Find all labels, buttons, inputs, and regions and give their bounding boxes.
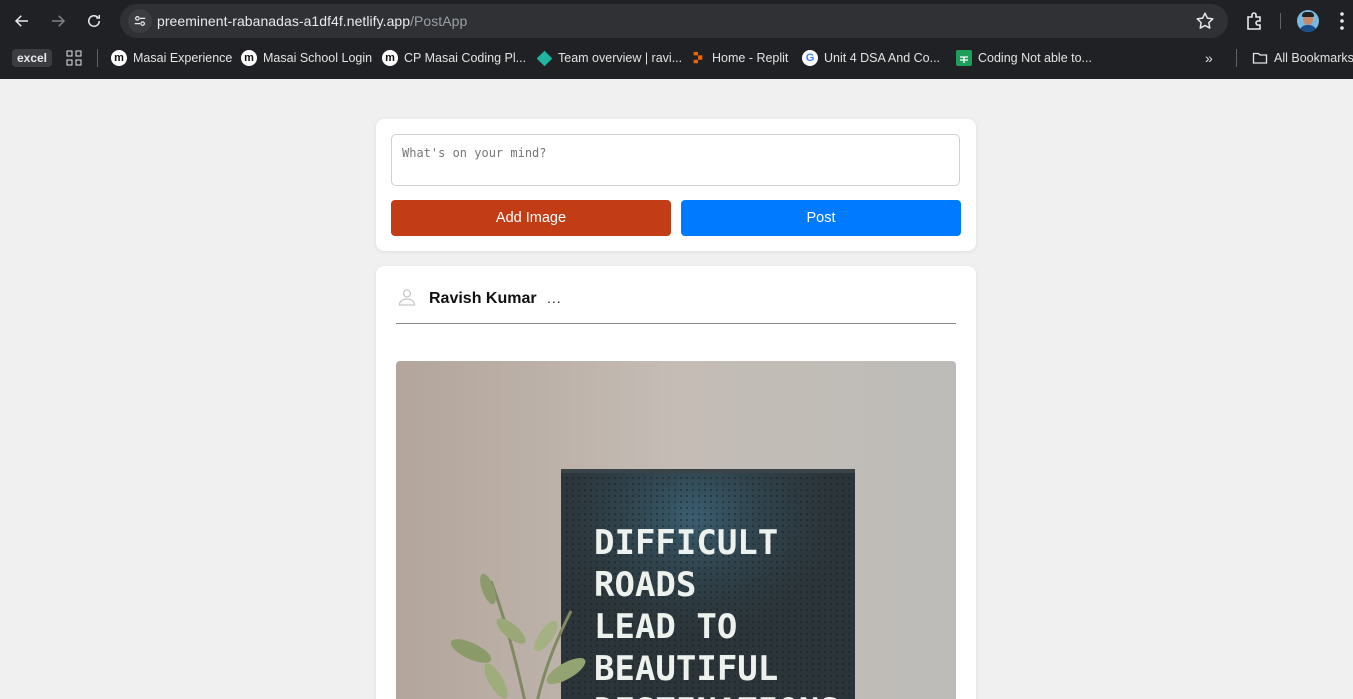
replit-icon (690, 50, 706, 66)
bookmark-coding-not-able[interactable]: Coding Not able to... (956, 48, 1092, 68)
user-icon (398, 289, 416, 306)
bookmark-masai-experience[interactable]: m Masai Experience (111, 48, 232, 68)
bookmarks-divider (1236, 49, 1237, 67)
masai-logo-icon: m (382, 50, 398, 66)
all-bookmarks-folder[interactable]: All Bookmarks (1252, 48, 1353, 68)
google-icon: G (802, 50, 818, 66)
arrow-left-icon (14, 15, 28, 27)
masai-logo-icon: m (241, 50, 257, 66)
profile-avatar[interactable] (1297, 10, 1319, 32)
forward-button[interactable] (46, 9, 70, 33)
masai-logo-icon: m (111, 50, 127, 66)
url-path: /PostApp (410, 13, 468, 29)
reload-icon (88, 15, 100, 27)
sheets-icon (956, 50, 972, 66)
arrow-right-icon (52, 15, 66, 27)
post-menu-button[interactable]: ... (547, 290, 562, 306)
browser-toolbar: preeminent-rabanadas-a1df4f.netlify.app/… (0, 0, 1353, 42)
post-header: Ravish Kumar ... (396, 284, 956, 324)
bookmark-unit4-dsa[interactable]: G Unit 4 DSA And Co... (802, 48, 940, 68)
post-card: Ravish Kumar ... DIFFICULT ROADS LEAD TO… (376, 266, 976, 699)
post-text-input[interactable] (391, 134, 960, 186)
bookmark-label: Team overview | ravi... (558, 51, 683, 65)
bookmark-label: CP Masai Coding Pl... (404, 51, 527, 65)
folder-icon (1252, 52, 1268, 64)
bookmark-excel[interactable]: excel (12, 49, 52, 67)
diamond-icon (536, 50, 552, 66)
bookmark-label: Home - Replit (712, 51, 789, 65)
toolbar-divider (1280, 13, 1281, 29)
address-bar[interactable]: preeminent-rabanadas-a1df4f.netlify.app/… (120, 4, 1228, 38)
add-image-button[interactable]: Add Image (391, 200, 671, 236)
bookmark-masai-school-login[interactable]: m Masai School Login (241, 48, 372, 68)
post-composer: Add Image Post (376, 119, 976, 251)
back-button[interactable] (10, 9, 34, 33)
reload-button[interactable] (82, 9, 106, 33)
apps-grid-icon[interactable] (66, 50, 82, 66)
image-text-line: ROADS (594, 565, 696, 605)
post-button[interactable]: Post (681, 200, 961, 236)
image-text-line: DESTINATIONS (594, 691, 840, 699)
browser-menu-icon[interactable] (1334, 10, 1350, 32)
site-info-icon[interactable] (128, 9, 152, 33)
bookmark-label: All Bookmarks (1274, 51, 1353, 65)
image-text-line: DIFFICULT (594, 523, 778, 563)
browser-chrome: preeminent-rabanadas-a1df4f.netlify.app/… (0, 0, 1353, 79)
bookmarks-divider (97, 49, 98, 67)
bookmark-cp-masai[interactable]: m CP Masai Coding Pl... (382, 48, 526, 68)
post-image: DIFFICULT ROADS LEAD TO BEAUTIFUL DESTIN… (396, 361, 956, 699)
bookmark-star-icon[interactable] (1194, 10, 1216, 32)
letterboard-photo: DIFFICULT ROADS LEAD TO BEAUTIFUL DESTIN… (396, 361, 956, 699)
url-text[interactable]: preeminent-rabanadas-a1df4f.netlify.app/… (157, 13, 467, 29)
post-author-name: Ravish Kumar (429, 290, 537, 307)
extensions-puzzle-icon[interactable] (1243, 9, 1267, 33)
bookmark-label: Coding Not able to... (978, 51, 1092, 65)
image-text-line: LEAD TO (594, 607, 737, 647)
bookmark-team-overview[interactable]: Team overview | ravi... (536, 48, 682, 68)
bookmark-label: Masai School Login (263, 51, 373, 65)
url-host: preeminent-rabanadas-a1df4f.netlify.app (157, 13, 411, 29)
bookmark-label: Unit 4 DSA And Co... (824, 51, 941, 65)
bookmark-label: Masai Experience (133, 51, 233, 65)
more-bookmarks-button[interactable]: » (1205, 48, 1213, 68)
image-text-line: BEAUTIFUL (594, 649, 778, 689)
bookmark-replit[interactable]: Home - Replit (690, 48, 788, 68)
